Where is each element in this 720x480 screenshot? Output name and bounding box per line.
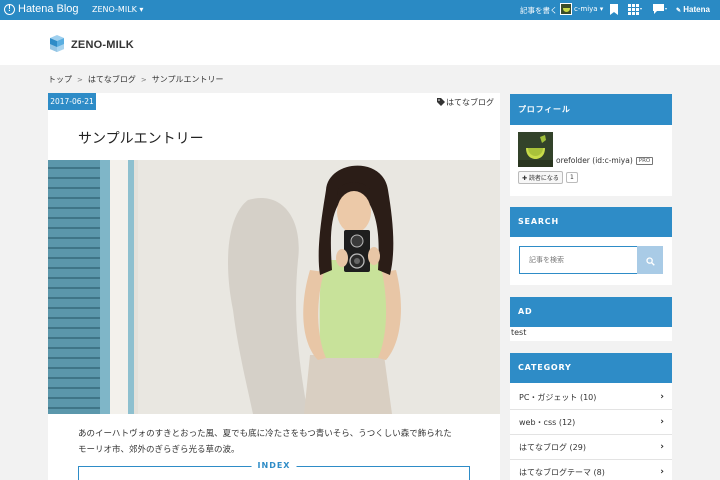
tag-icon [437, 97, 445, 108]
service-name: Hatena Blog [18, 3, 79, 15]
post-date-badge[interactable]: 2017-06-21 [48, 93, 96, 110]
profile-module-title: プロフィール [510, 94, 672, 125]
search-module-title: SEARCH [510, 207, 672, 237]
profile-name[interactable]: orefolder (id:c-miya) [556, 156, 633, 165]
hatena-blog-logo[interactable]: ! Hatena Blog [4, 3, 79, 15]
post-category-tag[interactable]: はてなブログ [437, 97, 494, 108]
profile-name-row: orefolder (id:c-miya) PRO [556, 156, 654, 165]
toc-label: INDEX [251, 461, 297, 470]
category-item[interactable]: はてなブログ (29) › [510, 435, 672, 460]
ad-module-title: AD [510, 297, 672, 327]
pro-badge: PRO [635, 156, 654, 165]
category-item[interactable]: PC・ガジェット (10) › [510, 385, 672, 410]
category-item-label: はてなブログ (29) [519, 443, 586, 452]
subscriber-count: 1 [565, 172, 578, 183]
chevron-right-icon: › [660, 392, 664, 402]
search-input[interactable]: 記事を検索 [519, 246, 637, 274]
breadcrumb-separator: > [77, 75, 83, 84]
user-menu-label: c-miya ▾ [574, 5, 604, 13]
chevron-right-icon: › [660, 467, 664, 477]
hatena-mark-icon: ✎ [676, 8, 682, 14]
notification-icon[interactable] [653, 4, 668, 17]
profile-module: プロフィール orefolder (id:c-miya) PRO ✚ 読者になる… [510, 94, 672, 196]
subscribe-button[interactable]: ✚ 読者になる [518, 171, 563, 184]
chevron-right-icon: › [660, 417, 664, 427]
site-title: ZENO-MILK [71, 39, 134, 51]
site-logo[interactable]: ZENO-MILK [48, 33, 134, 57]
hatena-blog-logo-icon: ! [4, 3, 15, 15]
breadcrumb: トップ > はてなブログ > サンプルエントリー [48, 74, 224, 85]
breadcrumb-item-top[interactable]: トップ [48, 74, 72, 85]
user-menu[interactable]: c-miya ▾ [560, 3, 603, 15]
category-module: CATEGORY PC・ガジェット (10) › web・css (12) › … [510, 353, 672, 480]
post-body-line: モーリオ市、郊外のぎらぎら光る草の波。 [78, 445, 240, 455]
category-module-title: CATEGORY [510, 353, 672, 383]
hatena-brand-label: Hatena [683, 5, 710, 14]
category-item[interactable]: はてなブログテーマ (8) › [510, 460, 672, 480]
post-body-line: あのイーハトヴォのすきとおった風、夏でも底に冷たさをもつ青いそら、うつくしい森で… [78, 429, 452, 439]
ad-module: AD test [510, 297, 672, 341]
search-module: SEARCH 記事を検索 [510, 207, 672, 285]
subscribe-group: ✚ 読者になる 1 [518, 171, 578, 184]
post-title[interactable]: サンプルエントリー [78, 128, 204, 148]
hero-image [48, 160, 500, 414]
blog-selector-dropdown[interactable]: ZENO-MILK ▾ [92, 5, 143, 14]
user-avatar [560, 3, 572, 15]
category-item-label: はてなブログテーマ (8) [519, 468, 605, 477]
article-card: 2017-06-21 はてなブログ サンプルエントリー あのイーハトヴォのすきと… [48, 93, 500, 480]
hatena-global-header: ! Hatena Blog ZENO-MILK ▾ 記事を書く c-miya ▾… [0, 0, 720, 20]
bookmark-icon[interactable] [610, 4, 618, 17]
breadcrumb-separator: > [140, 75, 147, 84]
hatena-brand-link[interactable]: ✎ Hatena [676, 5, 710, 14]
category-item[interactable]: web・css (12) › [510, 410, 672, 435]
blog-header: ZENO-MILK [0, 20, 720, 65]
post-body: あのイーハトヴォのすきとおった風、夏でも底に冷たさをもつ青いそら、うつくしい森で… [78, 426, 478, 458]
search-icon [645, 251, 655, 270]
post-category-label: はてなブログ [446, 98, 494, 107]
milk-carton-icon [48, 33, 66, 57]
write-post-link[interactable]: 記事を書く [520, 5, 558, 16]
profile-avatar[interactable] [518, 132, 553, 167]
category-item-label: PC・ガジェット (10) [519, 393, 597, 402]
apps-grid-icon[interactable] [628, 4, 642, 17]
chevron-right-icon: › [660, 442, 664, 452]
table-of-contents: INDEX [78, 461, 470, 480]
ad-text: test [511, 328, 527, 337]
breadcrumb-item-category[interactable]: はてなブログ [88, 74, 136, 85]
search-button[interactable] [637, 246, 663, 274]
breadcrumb-item-current: サンプルエントリー [151, 75, 224, 84]
category-item-label: web・css (12) [519, 418, 576, 427]
